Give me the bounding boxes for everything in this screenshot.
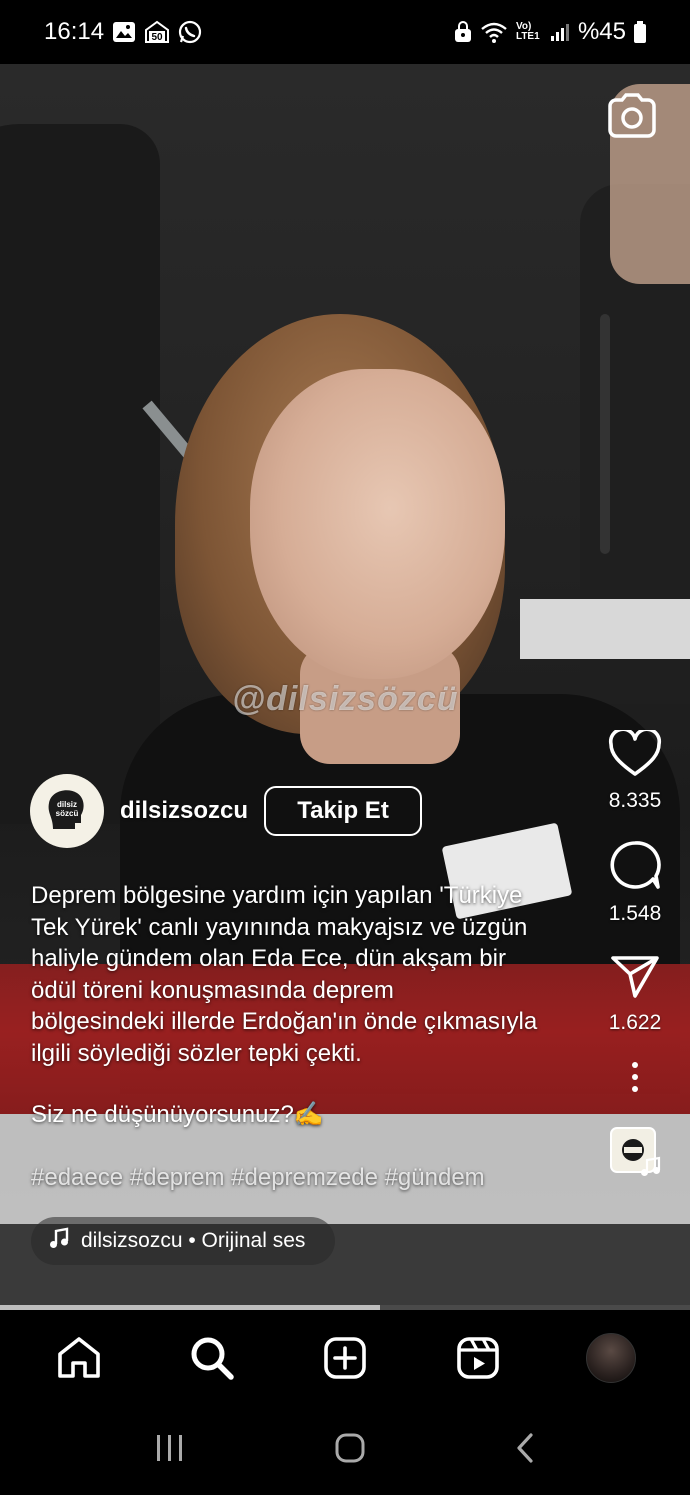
follow-button[interactable]: Takip Et [264, 786, 423, 836]
home-button-icon[interactable] [334, 1432, 366, 1469]
video-person-left [0, 124, 160, 824]
author-row: dilsiz sözcü dilsizsozcu Takip Et [30, 774, 423, 848]
recent-apps-icon[interactable] [154, 1433, 186, 1468]
music-note-icon [639, 1156, 661, 1183]
music-note-icon [49, 1227, 69, 1255]
wifi-icon [480, 21, 508, 43]
video-microphone [600, 314, 610, 554]
caption-line: Tek Yürek' canlı yayınında makyajsız ve … [31, 913, 528, 941]
action-rail: 8.335 1.548 1.622 [580, 727, 690, 1178]
caption-line: Deprem bölgesine yardım için yapılan 'Tü… [31, 882, 523, 909]
search-icon[interactable] [182, 1328, 242, 1388]
caption-line: haliyle gündem olan Eda Ece, dün akşam b… [31, 945, 506, 972]
status-right: Vo) LTE1 %45 [454, 18, 646, 46]
video-face [250, 369, 505, 679]
profile-picture [586, 1332, 637, 1383]
status-bar: 16:14 50 Vo) LTE1 %45 [0, 0, 690, 64]
author-logo: dilsiz sözcü [39, 783, 95, 839]
back-icon[interactable] [514, 1432, 536, 1469]
caption-line: bölgesindeki illerde Erdoğan'ın önde çık… [31, 1008, 538, 1035]
reels-icon[interactable] [448, 1328, 508, 1388]
profile-avatar[interactable] [581, 1328, 641, 1388]
heart-icon[interactable] [608, 727, 662, 783]
caption-line: ödül töreni konuşmasında deprem [31, 976, 394, 1004]
svg-text:50: 50 [152, 32, 164, 43]
clock: 16:14 [44, 18, 105, 45]
more-options-icon[interactable] [630, 1061, 640, 1098]
comment-count: 1.548 [608, 902, 662, 925]
home-icon[interactable] [49, 1328, 109, 1388]
author-username[interactable]: dilsizsozcu [120, 797, 248, 825]
hashtags[interactable]: #edaece #deprem #depremzede #gündem [31, 1164, 485, 1192]
create-icon[interactable] [315, 1328, 375, 1388]
camera-icon[interactable] [606, 92, 658, 140]
lock-icon [454, 21, 472, 43]
caption-line: ilgili söylediği sözler tepki çekti. [31, 1039, 362, 1067]
50-badge-icon: 50 [144, 20, 170, 44]
audio-thumbnail[interactable] [609, 1126, 661, 1178]
status-left: 16:14 50 [44, 18, 202, 46]
post-caption[interactable]: Deprem bölgesine yardım için yapılan 'Tü… [31, 880, 596, 1069]
caption-question: Siz ne düşünüyorsunuz?✍️ [31, 1101, 324, 1128]
send-icon[interactable] [609, 952, 661, 1005]
battery-icon [634, 21, 646, 43]
share-count: 1.622 [608, 1011, 662, 1034]
author-avatar[interactable]: dilsiz sözcü [30, 774, 104, 848]
audio-pill[interactable]: dilsizsozcu • Orijinal ses [31, 1217, 336, 1265]
system-navigation [0, 1405, 690, 1495]
svg-text:dilsiz: dilsiz [57, 800, 77, 809]
share-action[interactable]: 1.622 [608, 952, 662, 1035]
network-label: Vo) LTE1 [515, 21, 540, 42]
battery-percent: %45 [577, 18, 626, 45]
whatsapp-icon [178, 20, 202, 44]
signal-icon [550, 22, 570, 42]
bottom-nav [0, 1310, 690, 1405]
video-watermark: @dilsizsözcü [232, 680, 459, 718]
like-count: 8.335 [608, 789, 662, 812]
video-desk [520, 599, 690, 659]
svg-text:sözcü: sözcü [56, 809, 79, 818]
gallery-icon [112, 21, 136, 43]
like-action[interactable]: 8.335 [608, 727, 662, 813]
comment-icon[interactable] [608, 839, 662, 896]
comment-action[interactable]: 1.548 [608, 839, 662, 926]
audio-label: dilsizsozcu • Orijinal ses [81, 1229, 306, 1252]
